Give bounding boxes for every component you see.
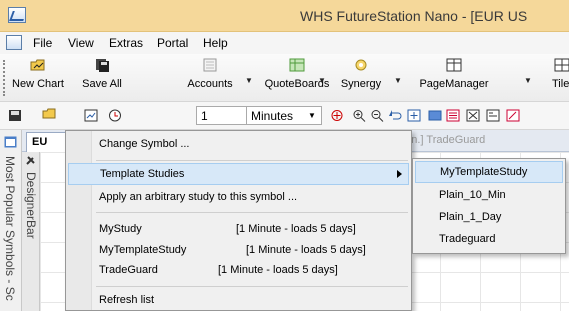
submenu-item-label: Plain_1_Day bbox=[439, 211, 502, 223]
designer-bar: DesignerBar bbox=[22, 150, 40, 311]
save-all-icon bbox=[96, 59, 109, 72]
new-chart-label: New Chart bbox=[12, 78, 64, 90]
menu-separator bbox=[96, 286, 408, 287]
tile-button[interactable]: Tile bbox=[544, 58, 569, 90]
list-icon[interactable] bbox=[446, 109, 460, 122]
pagemanager-icon bbox=[446, 58, 462, 72]
submenu-item-plain-1-day[interactable]: Plain_1_Day bbox=[415, 206, 563, 228]
synergy-icon bbox=[355, 59, 367, 71]
open-folder-icon[interactable] bbox=[42, 107, 56, 120]
quoteboards-icon bbox=[289, 58, 305, 72]
tile-icon bbox=[554, 58, 569, 72]
menu-refresh-list[interactable]: Refresh list bbox=[68, 289, 409, 311]
menu-extras[interactable]: Extras bbox=[109, 36, 143, 50]
left-side-panel: Most Popular Symbols - Sc bbox=[0, 130, 22, 311]
study-name: MyTemplateStudy bbox=[99, 244, 187, 256]
title-bar: WHS FutureStation Nano - [EUR US bbox=[0, 0, 569, 32]
synergy-button[interactable]: Synergy bbox=[338, 58, 384, 90]
tools-icon[interactable] bbox=[25, 154, 37, 166]
interval-value: 1 bbox=[201, 109, 208, 123]
undo-icon[interactable] bbox=[388, 109, 402, 122]
save-icon[interactable] bbox=[8, 109, 22, 122]
panel-icon[interactable] bbox=[4, 136, 17, 148]
study-name: MyStudy bbox=[99, 223, 142, 235]
accounts-button[interactable]: Accounts bbox=[180, 58, 240, 90]
study-name: TradeGuard bbox=[99, 264, 158, 276]
menu-study-tradeguard[interactable]: TradeGuard [1 Minute - loads 5 days] bbox=[68, 259, 409, 281]
chevron-down-icon[interactable]: ▼ bbox=[305, 108, 319, 123]
secondary-toolbar: 1 Minutes ▼ bbox=[0, 102, 569, 130]
menu-refresh-list-label: Refresh list bbox=[99, 294, 155, 306]
menu-template-studies[interactable]: Template Studies bbox=[68, 163, 409, 185]
document-icon[interactable] bbox=[6, 35, 22, 50]
app-icon[interactable] bbox=[8, 7, 26, 23]
template-icon[interactable] bbox=[486, 109, 500, 122]
menu-separator bbox=[96, 160, 408, 161]
synergy-label: Synergy bbox=[340, 78, 382, 90]
folder-chart-icon bbox=[30, 59, 45, 71]
quoteboards-button[interactable]: QuoteBoards bbox=[262, 58, 332, 90]
menu-view[interactable]: View bbox=[68, 36, 94, 50]
accounts-icon bbox=[203, 58, 217, 72]
menu-apply-study-label: Apply an arbitrary study to this symbol … bbox=[99, 191, 298, 203]
submenu-item-label: MyTemplateStudy bbox=[440, 166, 528, 178]
menu-template-studies-label: Template Studies bbox=[100, 168, 185, 180]
menu-apply-study[interactable]: Apply an arbitrary study to this symbol … bbox=[68, 186, 409, 208]
screenshot-icon[interactable] bbox=[428, 109, 442, 122]
menu-help[interactable]: Help bbox=[203, 36, 228, 50]
submenu-item-label: Tradeguard bbox=[439, 233, 496, 245]
submenu-item-label: Plain_10_Min bbox=[439, 189, 506, 201]
tile-label: Tile bbox=[552, 78, 569, 90]
interval-unit-combo[interactable]: Minutes ▼ bbox=[246, 106, 322, 125]
accounts-label: Accounts bbox=[187, 78, 233, 90]
menu-separator bbox=[96, 212, 408, 213]
menu-file[interactable]: File bbox=[33, 36, 52, 50]
clock-icon[interactable] bbox=[108, 109, 122, 122]
quoteboards-dropdown-icon[interactable]: ▼ bbox=[318, 76, 326, 85]
menu-study-mystudy[interactable]: MyStudy [1 Minute - loads 5 days] bbox=[68, 218, 409, 240]
pagemanager-button[interactable]: PageManager bbox=[417, 58, 491, 90]
new-chart-button[interactable]: New Chart bbox=[10, 58, 66, 90]
pagemanager-label: PageManager bbox=[419, 78, 489, 90]
template-studies-submenu: MyTemplateStudy Plain_10_Min Plain_1_Day… bbox=[412, 158, 566, 254]
menu-change-symbol[interactable]: Change Symbol ... bbox=[68, 133, 409, 155]
study-info: [1 Minute - loads 5 days] bbox=[236, 223, 356, 235]
designer-bar-tab[interactable]: DesignerBar bbox=[24, 172, 38, 239]
window-title: WHS FutureStation Nano - [EUR US bbox=[300, 8, 528, 24]
fit-icon[interactable] bbox=[407, 109, 421, 122]
menu-bar: File View Extras Portal Help bbox=[0, 32, 569, 54]
tab-eur-usd[interactable]: EU bbox=[26, 132, 68, 152]
context-menu: Change Symbol ... Template Studies Apply… bbox=[65, 130, 412, 311]
most-popular-symbols-tab[interactable]: Most Popular Symbols - Sc bbox=[3, 156, 17, 301]
study-info: [1 Minute - loads 5 days] bbox=[218, 264, 338, 276]
submenu-arrow-icon bbox=[397, 170, 402, 178]
save-all-button[interactable]: Save All bbox=[78, 58, 126, 90]
study-info: [1 Minute - loads 5 days] bbox=[246, 244, 366, 256]
edit-icon[interactable] bbox=[506, 109, 520, 122]
main-toolbar: New Chart Save All Accounts ▼ QuoteBoard… bbox=[0, 54, 569, 102]
toolbar-gripper[interactable] bbox=[3, 60, 5, 96]
submenu-item-mytemplatestudy[interactable]: MyTemplateStudy bbox=[415, 161, 563, 183]
menu-study-mytemplatestudy[interactable]: MyTemplateStudy [1 Minute - loads 5 days… bbox=[68, 239, 409, 261]
menu-change-symbol-label: Change Symbol ... bbox=[99, 138, 190, 150]
submenu-item-plain-10-min[interactable]: Plain_10_Min bbox=[415, 184, 563, 206]
zoom-out-icon[interactable] bbox=[370, 109, 384, 122]
menu-portal[interactable]: Portal bbox=[157, 36, 188, 50]
add-indicator-icon[interactable] bbox=[330, 109, 344, 122]
add-study-icon[interactable] bbox=[84, 109, 98, 122]
save-all-label: Save All bbox=[82, 78, 122, 90]
close-chart-icon[interactable] bbox=[466, 109, 480, 122]
synergy-dropdown-icon[interactable]: ▼ bbox=[394, 76, 402, 85]
interval-unit-value: Minutes bbox=[251, 109, 294, 123]
zoom-in-icon[interactable] bbox=[352, 109, 366, 122]
pagemanager-dropdown-icon[interactable]: ▼ bbox=[524, 76, 532, 85]
submenu-item-tradeguard[interactable]: Tradeguard bbox=[415, 228, 563, 250]
accounts-dropdown-icon[interactable]: ▼ bbox=[245, 76, 253, 85]
